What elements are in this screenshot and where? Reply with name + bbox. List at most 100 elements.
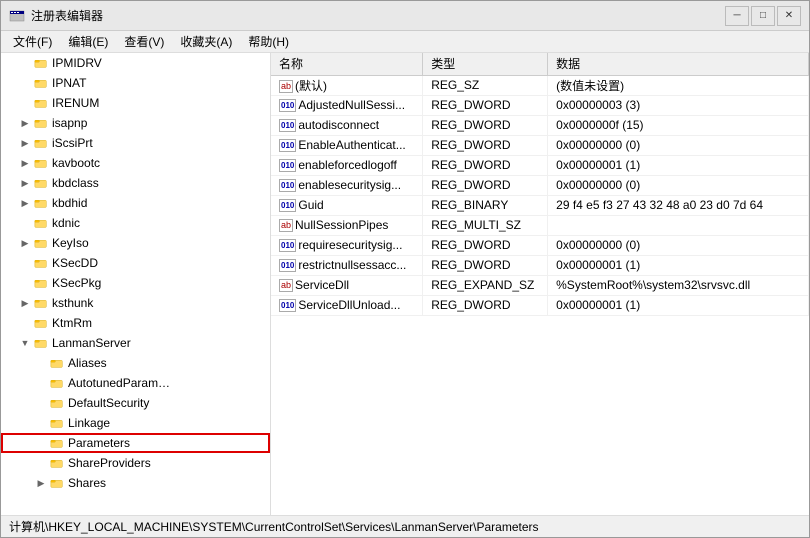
tree-item-KeyIso[interactable]: ▶ KeyIso xyxy=(1,233,270,253)
expand-icon[interactable]: ▶ xyxy=(33,473,49,493)
status-path: 计算机\HKEY_LOCAL_MACHINE\SYSTEM\CurrentCon… xyxy=(9,518,539,535)
expand-icon[interactable]: ▶ xyxy=(17,233,33,253)
menu-item-帮助(H)[interactable]: 帮助(H) xyxy=(240,31,297,52)
cell-name: 010autodisconnect xyxy=(271,115,423,135)
cell-type: REG_DWORD xyxy=(423,135,548,155)
ab-icon: ab xyxy=(279,219,293,232)
expand-icon[interactable]: ▶ xyxy=(17,293,33,313)
menu-item-文件(F)[interactable]: 文件(F) xyxy=(5,31,60,52)
tree-item-IPNAT[interactable]: IPNAT xyxy=(1,73,270,93)
menu-item-编辑(E)[interactable]: 编辑(E) xyxy=(60,31,116,52)
tree-label: Shares xyxy=(68,476,106,490)
tree-label: Aliases xyxy=(68,356,107,370)
dword-icon: 010 xyxy=(279,299,296,312)
expand-icon[interactable]: ▶ xyxy=(17,173,33,193)
tree-label: KtmRm xyxy=(52,316,92,330)
table-row[interactable]: 010EnableAuthenticat... REG_DWORD 0x0000… xyxy=(271,135,809,155)
tree-item-KSecPkg[interactable]: KSecPkg xyxy=(1,273,270,293)
cell-name: abServiceDll xyxy=(271,275,423,295)
tree-item-ShareProviders[interactable]: ShareProviders xyxy=(1,453,270,473)
table-row[interactable]: ab(默认) REG_SZ (数值未设置) xyxy=(271,75,809,95)
tree-item-LanmanServer[interactable]: ▼ LanmanServer xyxy=(1,333,270,353)
tree-item-KSecDD[interactable]: KSecDD xyxy=(1,253,270,273)
tree-item-AutotunedParam[interactable]: AutotunedParam… xyxy=(1,373,270,393)
tree-item-Shares[interactable]: ▶ Shares xyxy=(1,473,270,493)
folder-icon xyxy=(49,415,65,431)
cell-name: 010restrictnullsessacc... xyxy=(271,255,423,275)
col-type: 类型 xyxy=(423,53,548,75)
tree-item-Linkage[interactable]: Linkage xyxy=(1,413,270,433)
left-panel[interactable]: IPMIDRV IPNAT IRENUM▶ isapnp▶ iScsiPrt▶ … xyxy=(1,53,271,515)
cell-data: 29 f4 e5 f3 27 43 32 48 a0 23 d0 7d 64 xyxy=(548,195,809,215)
tree-item-kbdhid[interactable]: ▶ kbdhid xyxy=(1,193,270,213)
minimize-button[interactable]: ─ xyxy=(725,6,749,26)
folder-icon xyxy=(33,255,49,271)
tree-item-kbdclass[interactable]: ▶ kbdclass xyxy=(1,173,270,193)
tree-item-IRENUM[interactable]: IRENUM xyxy=(1,93,270,113)
table-row[interactable]: 010AdjustedNullSessi... REG_DWORD 0x0000… xyxy=(271,95,809,115)
ab-icon: ab xyxy=(279,279,293,292)
tree-item-DefaultSecurity[interactable]: DefaultSecurity xyxy=(1,393,270,413)
cell-type: REG_BINARY xyxy=(423,195,548,215)
menu-item-查看(V)[interactable]: 查看(V) xyxy=(116,31,172,52)
table-row[interactable]: 010restrictnullsessacc... REG_DWORD 0x00… xyxy=(271,255,809,275)
tree-item-kdnic[interactable]: kdnic xyxy=(1,213,270,233)
expand-placeholder xyxy=(17,53,33,73)
table-row[interactable]: 010ServiceDllUnload... REG_DWORD 0x00000… xyxy=(271,295,809,315)
table-row[interactable]: 010Guid REG_BINARY 29 f4 e5 f3 27 43 32 … xyxy=(271,195,809,215)
main-window: 注册表编辑器 ─ □ ✕ 文件(F)编辑(E)查看(V)收藏夹(A)帮助(H) … xyxy=(0,0,810,538)
tree-item-KtmRm[interactable]: KtmRm xyxy=(1,313,270,333)
tree-item-Parameters[interactable]: Parameters xyxy=(1,433,270,453)
table-row[interactable]: 010requiresecuritysig... REG_DWORD 0x000… xyxy=(271,235,809,255)
right-panel[interactable]: 名称 类型 数据 ab(默认) REG_SZ (数值未设置) 010Adjust… xyxy=(271,53,809,515)
tree-label: kbdhid xyxy=(52,196,87,210)
cell-data: 0x00000001 (1) xyxy=(548,255,809,275)
dword-icon: 010 xyxy=(279,239,296,252)
tree-label: Linkage xyxy=(68,416,110,430)
cell-data: 0x00000000 (0) xyxy=(548,235,809,255)
table-row[interactable]: abNullSessionPipes REG_MULTI_SZ xyxy=(271,215,809,235)
folder-icon xyxy=(33,315,49,331)
cell-name: 010enableforcedlogoff xyxy=(271,155,423,175)
cell-name: 010AdjustedNullSessi... xyxy=(271,95,423,115)
cell-type: REG_DWORD xyxy=(423,155,548,175)
table-row[interactable]: abServiceDll REG_EXPAND_SZ %SystemRoot%\… xyxy=(271,275,809,295)
tree-label: DefaultSecurity xyxy=(68,396,149,410)
tree-item-isapnp[interactable]: ▶ isapnp xyxy=(1,113,270,133)
expand-icon[interactable]: ▶ xyxy=(17,153,33,173)
expand-icon[interactable]: ▶ xyxy=(17,193,33,213)
expand-icon[interactable]: ▼ xyxy=(17,333,33,353)
tree-item-ksthunk[interactable]: ▶ ksthunk xyxy=(1,293,270,313)
tree-label: AutotunedParam… xyxy=(68,376,170,390)
folder-icon xyxy=(33,75,49,91)
tree-item-iScsiPrt[interactable]: ▶ iScsiPrt xyxy=(1,133,270,153)
table-row[interactable]: 010enableforcedlogoff REG_DWORD 0x000000… xyxy=(271,155,809,175)
cell-data: 0x00000001 (1) xyxy=(548,295,809,315)
cell-data: 0x00000000 (0) xyxy=(548,175,809,195)
menubar: 文件(F)编辑(E)查看(V)收藏夹(A)帮助(H) xyxy=(1,31,809,53)
ab-icon: ab xyxy=(279,80,293,93)
tree-item-kavbootc[interactable]: ▶ kavbootc xyxy=(1,153,270,173)
folder-icon xyxy=(33,95,49,111)
expand-icon[interactable]: ▶ xyxy=(17,113,33,133)
status-bar: 计算机\HKEY_LOCAL_MACHINE\SYSTEM\CurrentCon… xyxy=(1,515,809,537)
maximize-button[interactable]: □ xyxy=(751,6,775,26)
close-button[interactable]: ✕ xyxy=(777,6,801,26)
menu-item-收藏夹(A)[interactable]: 收藏夹(A) xyxy=(172,31,240,52)
cell-type: REG_DWORD xyxy=(423,235,548,255)
tree-item-IPMIDRV[interactable]: IPMIDRV xyxy=(1,53,270,73)
col-data: 数据 xyxy=(548,53,809,75)
tree-item-Aliases[interactable]: Aliases xyxy=(1,353,270,373)
cell-data: 0x00000000 (0) xyxy=(548,135,809,155)
folder-icon xyxy=(49,395,65,411)
folder-icon xyxy=(33,55,49,71)
col-name: 名称 xyxy=(271,53,423,75)
tree-label: isapnp xyxy=(52,116,87,130)
folder-icon xyxy=(49,475,65,491)
expand-icon[interactable]: ▶ xyxy=(17,133,33,153)
folder-icon xyxy=(33,335,49,351)
table-row[interactable]: 010autodisconnect REG_DWORD 0x0000000f (… xyxy=(271,115,809,135)
expand-placeholder xyxy=(33,393,49,413)
table-row[interactable]: 010enablesecuritysig... REG_DWORD 0x0000… xyxy=(271,175,809,195)
cell-data: 0x00000003 (3) xyxy=(548,95,809,115)
